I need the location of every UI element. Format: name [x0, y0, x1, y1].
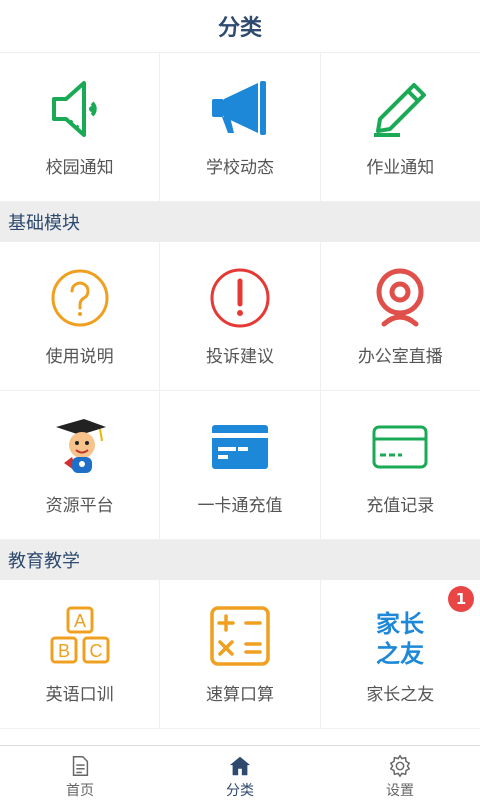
grid-item-label: 办公室直播	[357, 346, 443, 367]
svg-text:家长: 家长	[376, 610, 425, 638]
card-icon	[208, 415, 272, 479]
tab-label: 设置	[386, 783, 414, 799]
tab-settings[interactable]: 设置	[320, 746, 480, 800]
grid-item-label: 速算口算	[205, 684, 274, 705]
tab-home[interactable]: 首页	[0, 746, 160, 800]
header: 分类	[0, 0, 480, 53]
abc-blocks-icon: A B C	[48, 604, 112, 668]
webcam-icon	[368, 266, 432, 330]
tab-label: 首页	[66, 783, 94, 799]
section-header-education: 教育教学	[0, 540, 480, 580]
speaker-icon	[48, 77, 112, 141]
education-grid: A B C 英语口训 速算口算 家长 之友 家长之友 1	[0, 580, 480, 729]
calculator-icon	[208, 604, 272, 668]
home-icon	[229, 756, 251, 776]
grid-item-card-recharge[interactable]: 一卡通充值	[160, 391, 321, 540]
top-grid: 校园通知 学校动态 作业通知	[0, 53, 480, 202]
grid-item-instructions[interactable]: 使用说明	[0, 242, 161, 391]
svg-text:C: C	[89, 641, 102, 661]
grid-item-label: 使用说明	[45, 346, 114, 367]
parents-friend-logo: 家长 之友	[368, 604, 432, 668]
question-icon	[48, 266, 112, 330]
grid-item-campus-notice[interactable]: 校园通知	[0, 53, 161, 202]
page-title: 分类	[217, 16, 262, 41]
basic-grid-row2: 资源平台 一卡通充值 充值记录	[0, 391, 480, 540]
svg-text:之友: 之友	[376, 640, 424, 668]
exclamation-icon	[208, 266, 272, 330]
content: 分类 校园通知 学校动态 作业通知 基础模块 使用说明 投诉建议 办公室直播 资…	[0, 0, 480, 746]
grid-item-parents-friend[interactable]: 家长 之友 家长之友 1	[320, 580, 480, 729]
grid-item-mental-math[interactable]: 速算口算	[160, 580, 321, 729]
card-record-icon	[368, 415, 432, 479]
section-header-basic: 基础模块	[0, 202, 480, 242]
notification-badge: 1	[447, 586, 474, 612]
basic-grid-row1: 使用说明 投诉建议 办公室直播	[0, 242, 480, 391]
grid-item-recharge-record[interactable]: 充值记录	[320, 391, 480, 540]
gear-icon	[389, 754, 411, 778]
megaphone-icon	[208, 77, 272, 141]
grid-item-label: 学校动态	[205, 157, 274, 178]
grid-item-resource-platform[interactable]: 资源平台	[0, 391, 161, 540]
grid-item-label: 家长之友	[366, 684, 435, 705]
grid-item-label: 投诉建议	[205, 346, 274, 367]
tab-label: 分类	[226, 783, 254, 799]
grid-item-label: 校园通知	[45, 157, 114, 178]
grid-item-label: 作业通知	[366, 157, 435, 178]
svg-text:B: B	[58, 641, 70, 661]
grid-item-office-live[interactable]: 办公室直播	[320, 242, 480, 391]
document-icon	[72, 756, 89, 776]
pencil-icon	[368, 77, 432, 141]
grid-item-english-oral[interactable]: A B C 英语口训	[0, 580, 161, 729]
graduate-mascot-icon	[48, 415, 112, 479]
grid-item-label: 资源平台	[45, 495, 114, 516]
grid-item-complaint[interactable]: 投诉建议	[160, 242, 321, 391]
svg-text:A: A	[74, 611, 86, 631]
grid-item-label: 充值记录	[366, 495, 435, 516]
grid-item-school-news[interactable]: 学校动态	[160, 53, 321, 202]
tab-category[interactable]: 分类	[160, 746, 320, 800]
grid-item-label: 一卡通充值	[197, 495, 283, 516]
grid-item-homework-notice[interactable]: 作业通知	[320, 53, 480, 202]
grid-item-label: 英语口训	[45, 684, 114, 705]
bottom-tab-bar: 首页 分类 设置	[0, 745, 480, 800]
